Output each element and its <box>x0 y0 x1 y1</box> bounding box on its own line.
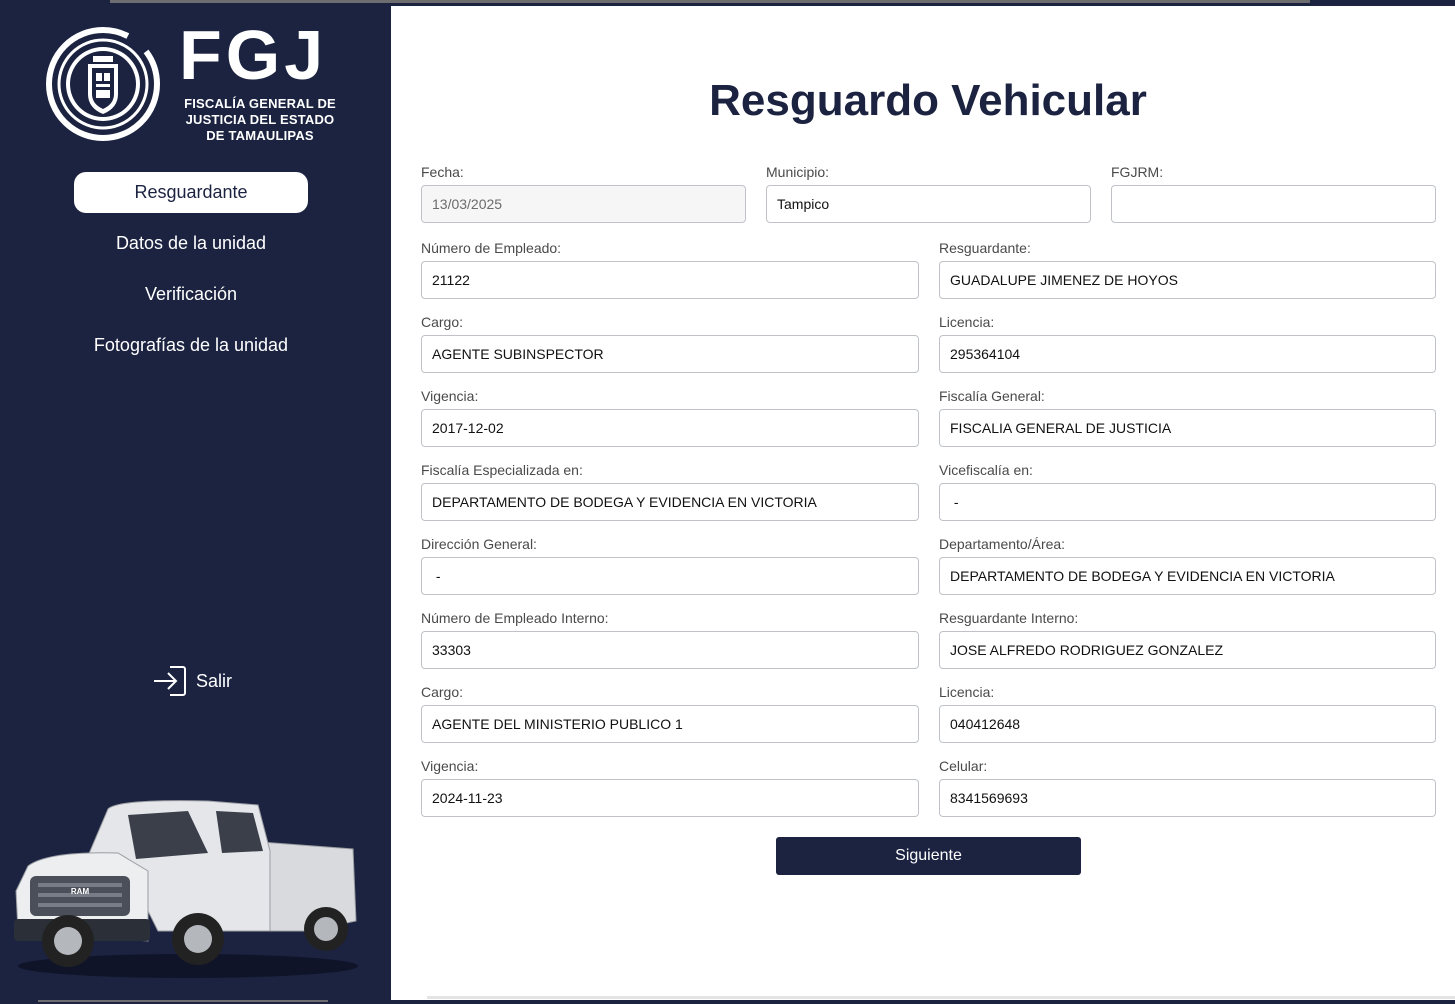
nav-item-fotografias[interactable]: Fotografías de la unidad <box>74 325 308 366</box>
sidebar-scrollbar <box>38 1000 328 1002</box>
licencia-interno-field[interactable] <box>939 705 1436 743</box>
municipio-label: Municipio: <box>766 164 830 180</box>
celular-label: Celular: <box>939 758 988 774</box>
licencia-interno-label: Licencia: <box>939 684 995 700</box>
fiscalia-general-field[interactable] <box>939 409 1436 447</box>
fiscalia-general-label: Fiscalía General: <box>939 388 1045 404</box>
cargo-interno-label: Cargo: <box>421 684 464 700</box>
cargo-interno-field[interactable] <box>421 705 919 743</box>
numero-empleado-interno-label: Número de Empleado Interno: <box>421 610 609 626</box>
fgj-acronym: FGJ <box>179 16 328 94</box>
nav-item-verificacion[interactable]: Verificación <box>74 274 308 315</box>
svg-text:RAM: RAM <box>71 887 90 896</box>
next-button[interactable]: Siguiente <box>776 837 1081 875</box>
numero-empleado-interno-field[interactable] <box>421 631 919 669</box>
tamaulipas-seal-icon <box>46 27 160 141</box>
cargo-label: Cargo: <box>421 314 464 330</box>
logout-button[interactable]: Salir <box>152 664 232 698</box>
departamento-area-field[interactable] <box>939 557 1436 595</box>
cargo-field[interactable] <box>421 335 919 373</box>
org-name: FISCALÍA GENERAL DE JUSTICIA DEL ESTADO … <box>184 96 336 143</box>
licencia-label: Licencia: <box>939 314 995 330</box>
fgjrm-label: FGJRM: <box>1111 164 1164 180</box>
vigencia-interno-label: Vigencia: <box>421 758 479 774</box>
celular-field[interactable] <box>939 779 1436 817</box>
resguardante-label: Resguardante: <box>939 240 1031 256</box>
fiscalia-especializada-label: Fiscalía Especializada en: <box>421 462 583 478</box>
numero-empleado-label: Número de Empleado: <box>421 240 562 256</box>
resguardante-interno-label: Resguardante Interno: <box>939 610 1079 626</box>
resguardante-field[interactable] <box>939 261 1436 299</box>
nav-item-resguardante[interactable]: Resguardante <box>74 172 308 213</box>
vigencia-interno-field[interactable] <box>421 779 919 817</box>
main-content: Resguardo Vehicular Fecha: Municipio: FG… <box>391 6 1455 1000</box>
licencia-field[interactable] <box>939 335 1436 373</box>
fgj-logo: FGJ FISCALÍA GENERAL DE JUSTICIA DEL EST… <box>46 20 346 152</box>
vicefiscalia-field[interactable] <box>939 483 1436 521</box>
vigencia-label: Vigencia: <box>421 388 479 404</box>
fiscalia-especializada-field[interactable] <box>421 483 919 521</box>
direccion-general-label: Dirección General: <box>421 536 537 552</box>
vicefiscalia-label: Vicefiscalía en: <box>939 462 1033 478</box>
vigencia-field[interactable] <box>421 409 919 447</box>
logout-icon <box>154 666 186 696</box>
horizontal-scrollbar[interactable] <box>427 996 1455 999</box>
fgjrm-field[interactable] <box>1111 185 1436 223</box>
nav-item-datos-unidad[interactable]: Datos de la unidad <box>74 223 308 264</box>
fecha-field[interactable] <box>421 185 746 223</box>
numero-empleado-field[interactable] <box>421 261 919 299</box>
browser-tab-strip <box>110 0 1310 3</box>
direccion-general-field[interactable] <box>421 557 919 595</box>
fecha-label: Fecha: <box>421 164 464 180</box>
municipio-field[interactable] <box>766 185 1091 223</box>
pickup-truck-image: RAM <box>14 800 358 978</box>
logout-label: Salir <box>196 670 233 691</box>
departamento-area-label: Departamento/Área: <box>939 536 1066 552</box>
resguardante-interno-field[interactable] <box>939 631 1436 669</box>
page-title: Resguardo Vehicular <box>709 76 1147 125</box>
sidebar: FGJ FISCALÍA GENERAL DE JUSTICIA DEL EST… <box>0 6 391 1004</box>
